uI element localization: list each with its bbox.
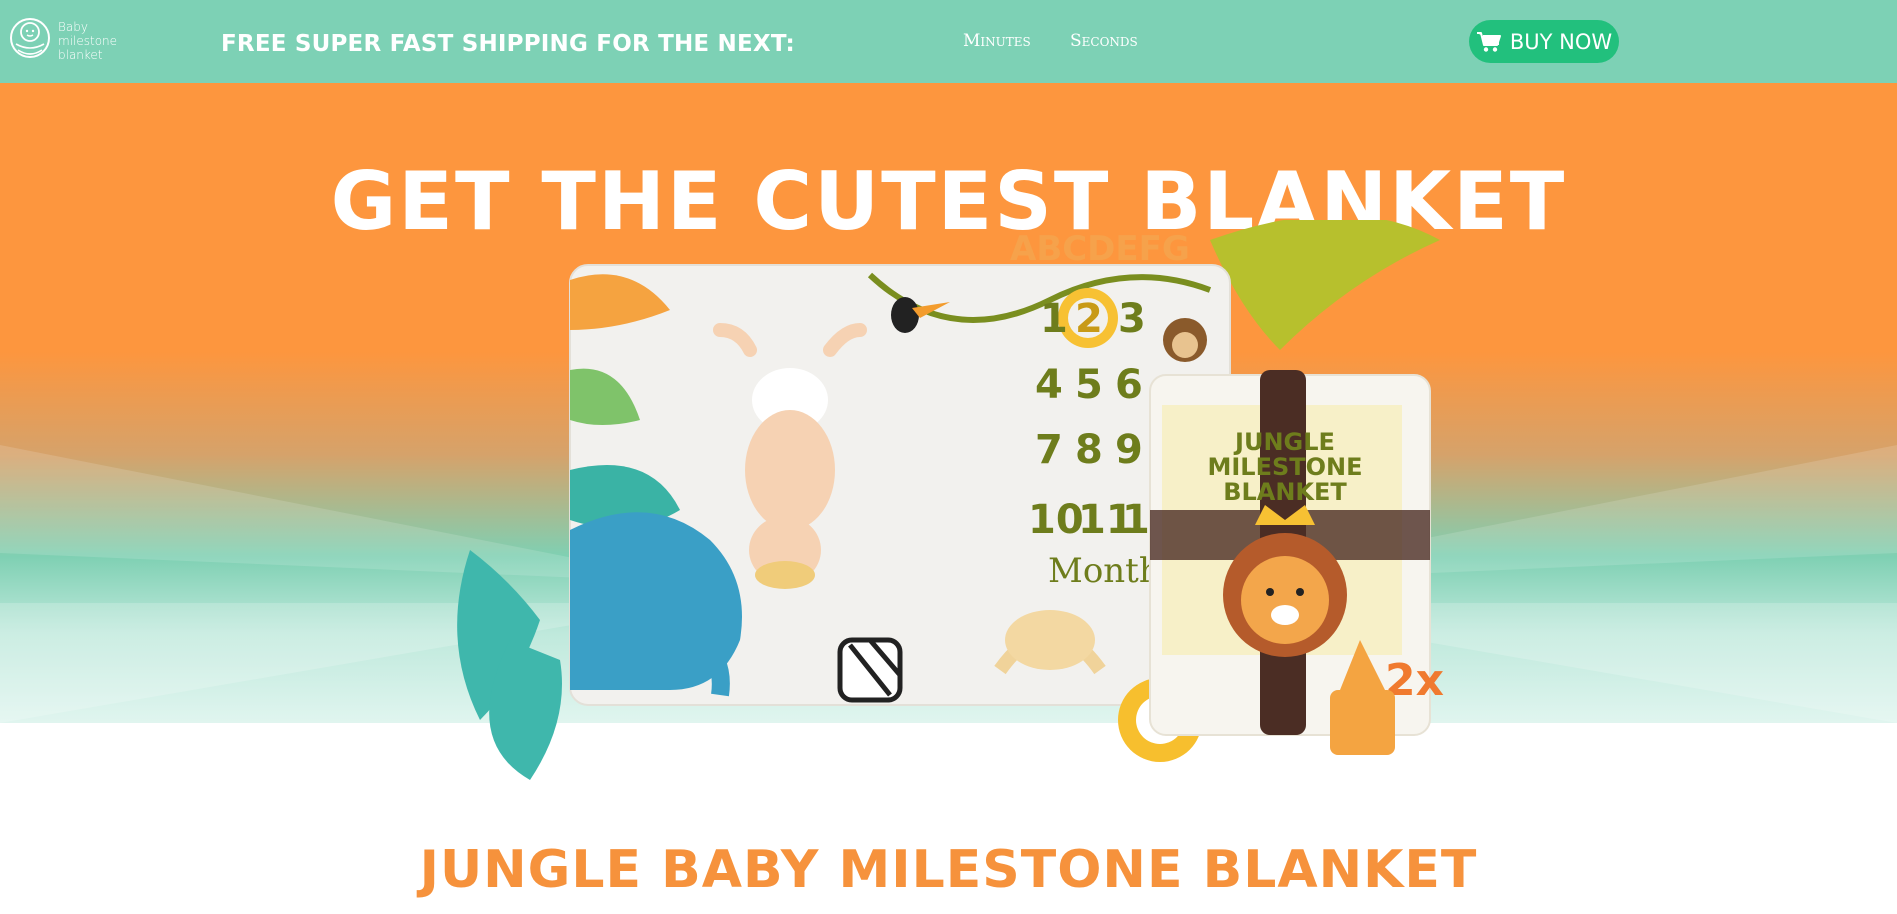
logo-line-1: Baby	[58, 20, 88, 34]
logo[interactable]: Baby milestone blanket	[8, 10, 118, 70]
blanket-number-8: 8	[1075, 427, 1103, 473]
timer-seconds-label: Seconds	[1070, 31, 1138, 51]
package-title-line-3: BLANKET	[1223, 478, 1347, 506]
blanket-number-7: 7	[1035, 427, 1063, 473]
blanket-number-5: 5	[1075, 362, 1103, 408]
blanket-number-9: 9	[1115, 427, 1143, 473]
product-title: JUNGLE BABY MILESTONE BLANKET	[419, 840, 1478, 900]
cart-icon	[1476, 31, 1501, 52]
leaf-shape	[1210, 220, 1440, 350]
blanket-number-1: 1	[1040, 296, 1068, 342]
top-bar: Baby milestone blanket FREE SUPER FAST S…	[0, 0, 1897, 83]
logo-line-3: blanket	[58, 48, 103, 62]
blanket-number-10: 10	[1028, 497, 1084, 543]
blanket-letters: ABCDEFG	[1010, 229, 1190, 269]
shipping-promo-text: FREE SUPER FAST SHIPPING FOR THE NEXT:	[221, 31, 795, 57]
logo-line-2: milestone	[58, 34, 118, 48]
blanket-number-6: 6	[1115, 362, 1143, 408]
blanket-number-2: 2	[1075, 296, 1103, 342]
product-image: ABCDEFG 1 2 3 4 5 6 7 8 9 10 11 12 Month…	[457, 220, 1444, 780]
logo-text: Baby milestone blanket	[58, 20, 117, 62]
buy-now-button[interactable]: BUY NOW	[1469, 20, 1619, 63]
blanket-number-3: 3	[1118, 296, 1146, 342]
package-title-line-1: JUNGLE	[1233, 428, 1335, 456]
baby-logo-icon	[10, 18, 50, 58]
blanket-number-4: 4	[1035, 362, 1063, 408]
timer-minutes-label: Minutes	[963, 31, 1031, 51]
buy-now-label: BUY NOW	[1509, 29, 1613, 54]
package-title-line-2: MILESTONE	[1207, 453, 1362, 481]
